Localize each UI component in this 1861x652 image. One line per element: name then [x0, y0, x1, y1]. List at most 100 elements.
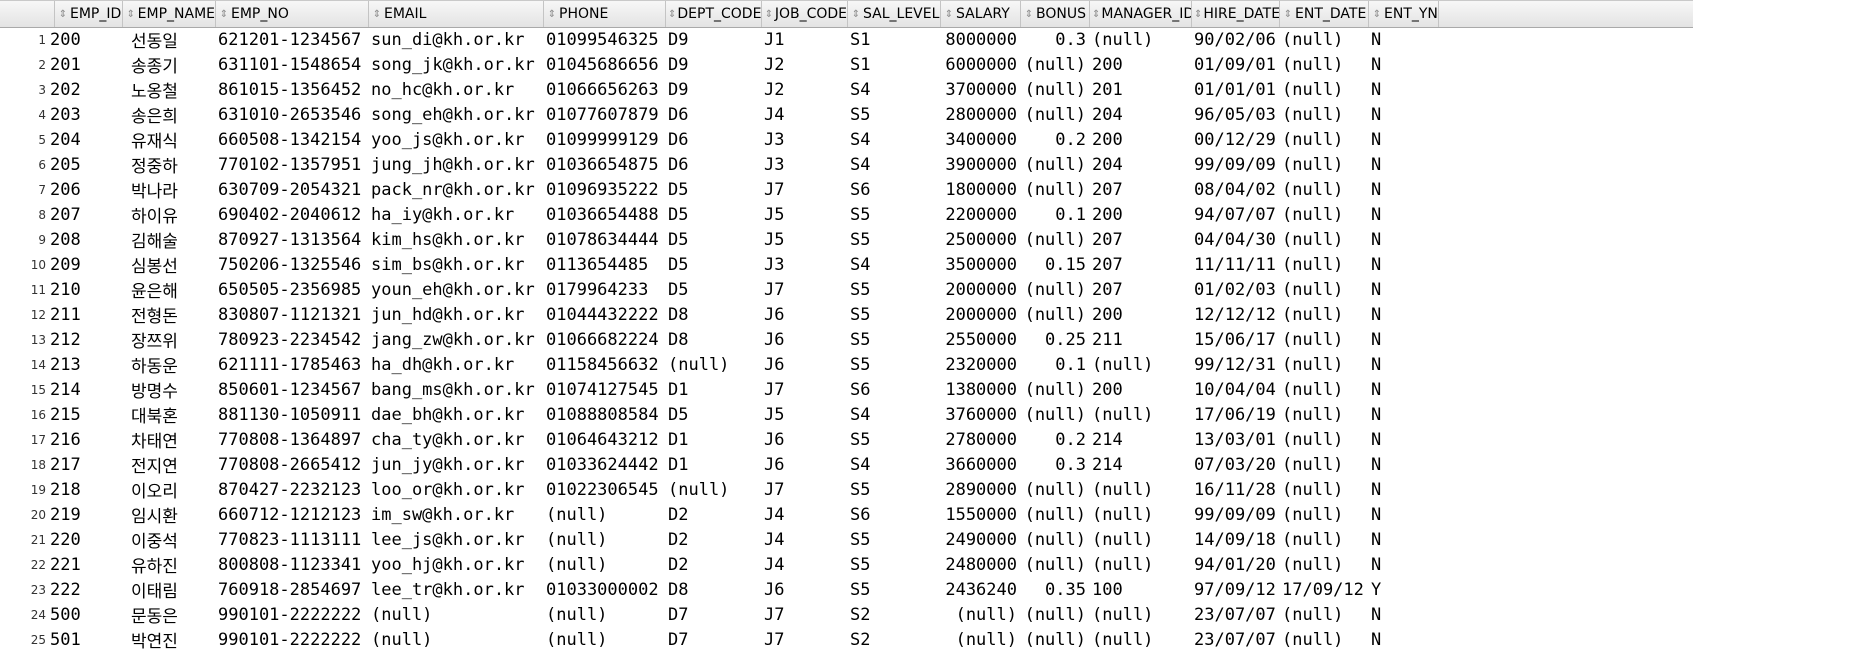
cell-ent-date[interactable]: (null): [1280, 105, 1369, 125]
cell-salary[interactable]: 2480000: [941, 555, 1021, 575]
cell-hire-date[interactable]: 23/07/07: [1192, 605, 1280, 625]
cell-job-code[interactable]: J5: [762, 405, 848, 425]
cell-dept-code[interactable]: D9: [666, 55, 762, 75]
cell-emp-no[interactable]: 780923-2234542: [216, 330, 369, 350]
cell-email[interactable]: dae_bh@kh.or.kr: [369, 405, 544, 425]
cell-manager-id[interactable]: 214: [1090, 430, 1192, 450]
cell-hire-date[interactable]: 99/09/09: [1192, 155, 1280, 175]
cell-salary[interactable]: 6000000: [941, 55, 1021, 75]
cell-email[interactable]: sim_bs@kh.or.kr: [369, 255, 544, 275]
cell-manager-id[interactable]: (null): [1090, 480, 1192, 500]
cell-hire-date[interactable]: 14/09/18: [1192, 530, 1280, 550]
cell-dept-code[interactable]: D1: [666, 380, 762, 400]
cell-phone[interactable]: 01036654875: [544, 155, 666, 175]
cell-salary[interactable]: 2500000: [941, 230, 1021, 250]
cell-dept-code[interactable]: D6: [666, 105, 762, 125]
row-number[interactable]: 24: [0, 608, 48, 622]
cell-ent-yn[interactable]: N: [1369, 330, 1439, 350]
row-number[interactable]: 14: [0, 358, 48, 372]
cell-bonus[interactable]: (null): [1021, 280, 1090, 300]
cell-emp-id[interactable]: 219: [48, 505, 123, 525]
column-header-job-code[interactable]: ⇕ JOB_CODE: [762, 1, 848, 27]
cell-manager-id[interactable]: 204: [1090, 155, 1192, 175]
cell-manager-id[interactable]: 207: [1090, 230, 1192, 250]
cell-job-code[interactable]: J2: [762, 55, 848, 75]
cell-dept-code[interactable]: D2: [666, 530, 762, 550]
cell-emp-no[interactable]: 660712-1212123: [216, 505, 369, 525]
cell-emp-name[interactable]: 방명수: [123, 377, 216, 402]
cell-sal-level[interactable]: S5: [848, 105, 941, 125]
sort-icon[interactable]: ⇕: [546, 9, 558, 20]
cell-phone[interactable]: 01045686656: [544, 55, 666, 75]
cell-bonus[interactable]: 0.2: [1021, 130, 1090, 150]
cell-manager-id[interactable]: 200: [1090, 55, 1192, 75]
table-row[interactable]: 4 203 송은희 631010-2653546 song_eh@kh.or.kr 010…: [0, 102, 1439, 128]
cell-hire-date[interactable]: 08/04/02: [1192, 180, 1280, 200]
cell-hire-date[interactable]: 07/03/20: [1192, 455, 1280, 475]
cell-emp-id[interactable]: 218: [48, 480, 123, 500]
cell-emp-name[interactable]: 윤은해: [123, 277, 216, 302]
cell-hire-date[interactable]: 90/02/06: [1192, 30, 1280, 50]
cell-job-code[interactable]: J3: [762, 255, 848, 275]
cell-dept-code[interactable]: (null): [666, 355, 762, 375]
cell-phone[interactable]: 01033000002: [544, 580, 666, 600]
cell-job-code[interactable]: J7: [762, 380, 848, 400]
sort-icon[interactable]: ⇕: [218, 9, 230, 20]
cell-hire-date[interactable]: 12/12/12: [1192, 305, 1280, 325]
cell-manager-id[interactable]: 211: [1090, 330, 1192, 350]
cell-salary[interactable]: 3660000: [941, 455, 1021, 475]
cell-bonus[interactable]: 0.1: [1021, 355, 1090, 375]
cell-hire-date[interactable]: 99/12/31: [1192, 355, 1280, 375]
row-number[interactable]: 3: [0, 83, 48, 97]
cell-emp-id[interactable]: 500: [48, 605, 123, 625]
cell-ent-date[interactable]: (null): [1280, 630, 1369, 650]
cell-bonus[interactable]: (null): [1021, 55, 1090, 75]
cell-salary[interactable]: 8000000: [941, 30, 1021, 50]
cell-sal-level[interactable]: S1: [848, 55, 941, 75]
cell-emp-no[interactable]: 770102-1357951: [216, 155, 369, 175]
cell-ent-yn[interactable]: N: [1369, 455, 1439, 475]
cell-salary[interactable]: 3760000: [941, 405, 1021, 425]
cell-emp-name[interactable]: 유재식: [123, 127, 216, 152]
cell-manager-id[interactable]: 200: [1090, 205, 1192, 225]
cell-sal-level[interactable]: S5: [848, 580, 941, 600]
cell-email[interactable]: sun_di@kh.or.kr: [369, 30, 544, 50]
cell-dept-code[interactable]: D1: [666, 455, 762, 475]
cell-phone[interactable]: (null): [544, 530, 666, 550]
cell-emp-id[interactable]: 202: [48, 80, 123, 100]
cell-emp-no[interactable]: 870427-2232123: [216, 480, 369, 500]
cell-email[interactable]: lee_js@kh.or.kr: [369, 530, 544, 550]
cell-emp-id[interactable]: 201: [48, 55, 123, 75]
cell-sal-level[interactable]: S5: [848, 205, 941, 225]
cell-emp-name[interactable]: 차태연: [123, 427, 216, 452]
cell-ent-yn[interactable]: N: [1369, 555, 1439, 575]
cell-emp-no[interactable]: 760918-2854697: [216, 580, 369, 600]
cell-dept-code[interactable]: D7: [666, 605, 762, 625]
table-row[interactable]: 3 202 노옹철 861015-1356452 no_hc@kh.or.kr 01066…: [0, 77, 1439, 103]
cell-sal-level[interactable]: S5: [848, 280, 941, 300]
cell-dept-code[interactable]: D9: [666, 30, 762, 50]
cell-ent-date[interactable]: (null): [1280, 605, 1369, 625]
cell-emp-id[interactable]: 208: [48, 230, 123, 250]
cell-hire-date[interactable]: 94/01/20: [1192, 555, 1280, 575]
cell-emp-id[interactable]: 221: [48, 555, 123, 575]
row-number[interactable]: 19: [0, 483, 48, 497]
table-row[interactable]: 23 222 이태림 760918-2854697 lee_tr@kh.or.kr 010…: [0, 577, 1439, 603]
cell-salary[interactable]: (null): [941, 605, 1021, 625]
cell-hire-date[interactable]: 01/02/03: [1192, 280, 1280, 300]
sort-icon[interactable]: ⇕: [1023, 9, 1035, 20]
cell-ent-yn[interactable]: N: [1369, 280, 1439, 300]
cell-dept-code[interactable]: D5: [666, 230, 762, 250]
row-number[interactable]: 2: [0, 58, 48, 72]
cell-sal-level[interactable]: S6: [848, 505, 941, 525]
cell-job-code[interactable]: J7: [762, 480, 848, 500]
cell-job-code[interactable]: J4: [762, 555, 848, 575]
cell-manager-id[interactable]: (null): [1090, 355, 1192, 375]
cell-job-code[interactable]: J6: [762, 330, 848, 350]
cell-email[interactable]: no_hc@kh.or.kr: [369, 80, 544, 100]
cell-job-code[interactable]: J6: [762, 305, 848, 325]
cell-emp-name[interactable]: 전지연: [123, 452, 216, 477]
column-header-dept-code[interactable]: ⇕ DEPT_CODE: [666, 1, 762, 27]
cell-bonus[interactable]: (null): [1021, 530, 1090, 550]
cell-emp-no[interactable]: 631010-2653546: [216, 105, 369, 125]
